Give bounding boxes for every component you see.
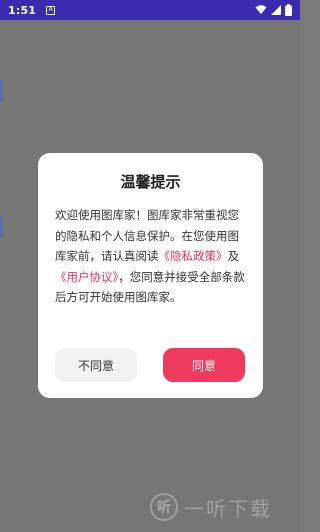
signal-icon bbox=[271, 5, 281, 15]
accept-button[interactable]: 同意 bbox=[163, 348, 245, 382]
dialog-title: 温馨提示 bbox=[120, 173, 181, 191]
wifi-icon bbox=[255, 5, 267, 14]
decline-button[interactable]: 不同意 bbox=[55, 348, 137, 382]
edge-marker bbox=[0, 80, 2, 102]
privacy-policy-link[interactable]: 《隐私政策》 bbox=[159, 249, 228, 263]
watermark-text: 一听下载 bbox=[184, 496, 272, 521]
dialog-body: 欢迎使用图库家！图库家非常重视您的隐私和个人信息保护。在您使用图库家前，请认真阅… bbox=[55, 205, 249, 308]
and-text: 及 bbox=[227, 249, 240, 263]
status-right bbox=[255, 4, 292, 16]
status-left: 1:51 A bbox=[8, 3, 56, 17]
battery-icon bbox=[285, 4, 292, 16]
watermark: 听 一听下载 bbox=[150, 490, 295, 524]
app-notification-icon: A bbox=[46, 5, 56, 15]
privacy-dialog: 温馨提示 欢迎使用图库家！图库家非常重视您的隐私和个人信息保护。在您使用图库家前… bbox=[38, 153, 263, 398]
watermark-logo-icon: 听 bbox=[150, 493, 178, 521]
status-time: 1:51 bbox=[8, 3, 37, 17]
user-agreement-link[interactable]: 《用户协议》 bbox=[55, 270, 118, 284]
status-bar: 1:51 A bbox=[0, 0, 300, 20]
edge-marker bbox=[0, 216, 2, 238]
